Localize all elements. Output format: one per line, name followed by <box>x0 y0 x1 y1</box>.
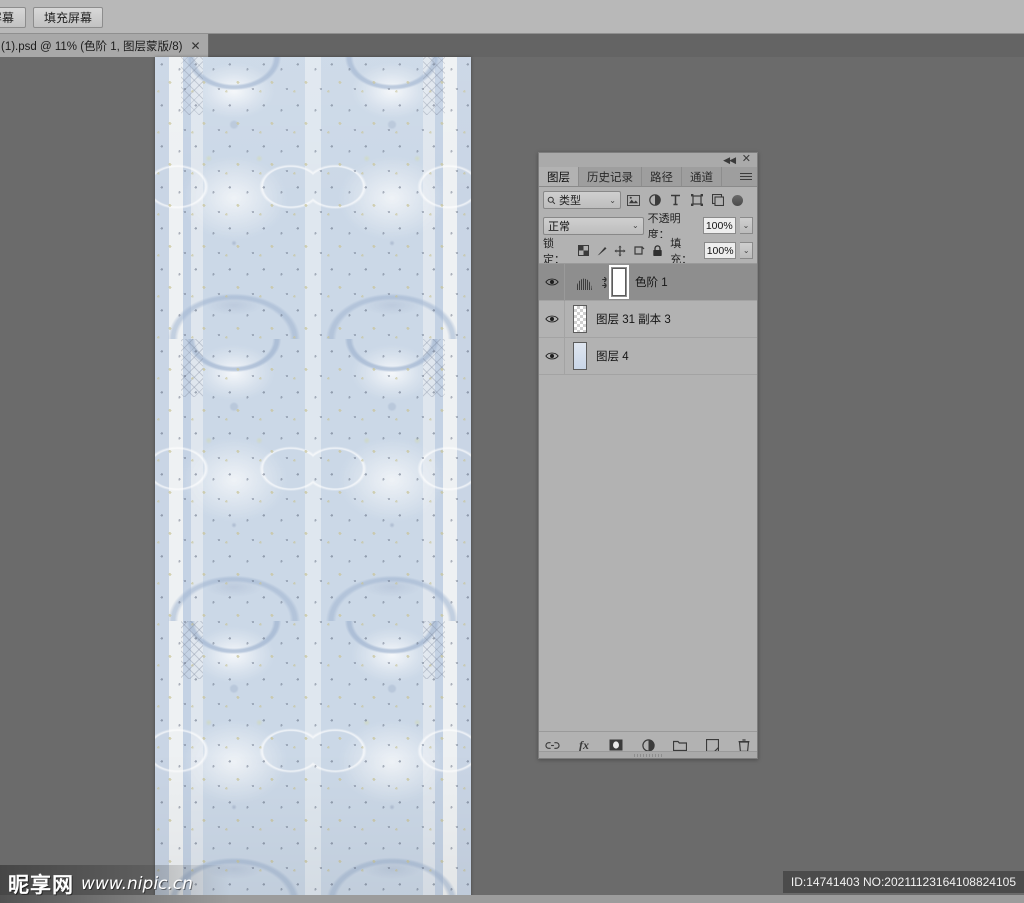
eye-icon <box>544 352 559 360</box>
collapse-icon[interactable]: ◀◀ <box>723 154 736 166</box>
document-tab-title: (1).psd @ 11% (色阶 1, 图层蒙版/8) <box>1 40 183 53</box>
link-icon[interactable] <box>599 276 608 289</box>
layer-thumbnails[interactable] <box>565 305 587 333</box>
filter-type-select[interactable]: 类型 ⌄ <box>543 191 621 209</box>
fill-screen-label: 填充屏幕 <box>43 11 92 25</box>
panel-resize-grip[interactable] <box>539 751 757 758</box>
layer-visibility-toggle[interactable] <box>539 337 565 375</box>
close-icon[interactable]: ✕ <box>742 153 751 165</box>
fit-screen-button[interactable]: 屏幕 <box>0 7 26 28</box>
watermark-logo: 昵享网 <box>8 873 74 897</box>
lock-row: 锁定： 填充： 100% ⌄ <box>539 238 757 266</box>
panel-tab-strip: 图层 历史记录 路径 通道 <box>539 167 757 187</box>
lock-artboard-icon[interactable] <box>632 243 646 259</box>
blend-mode-select[interactable]: 正常 ⌄ <box>543 216 644 235</box>
fit-screen-label: 屏幕 <box>0 11 14 25</box>
layer-thumbnails[interactable] <box>565 265 629 299</box>
adjustment-filter-icon[interactable] <box>646 191 663 209</box>
shape-filter-icon[interactable] <box>688 191 705 209</box>
filter-toggle[interactable] <box>732 194 743 206</box>
panel-menu-icon[interactable] <box>740 171 752 183</box>
image-filter-icon[interactable] <box>625 191 642 209</box>
layer-mask-thumbnail[interactable] <box>609 265 629 299</box>
layer-thumbnails[interactable] <box>565 342 587 370</box>
tab-layers[interactable]: 图层 <box>539 167 579 186</box>
lock-label: 锁定： <box>543 237 565 266</box>
document-tab[interactable]: (1).psd @ 11% (色阶 1, 图层蒙版/8) ✕ <box>0 34 209 57</box>
layer-thumbnail[interactable] <box>573 342 587 370</box>
document-canvas[interactable] <box>155 57 471 903</box>
document-tab-bar: (1).psd @ 11% (色阶 1, 图层蒙版/8) ✕ <box>0 34 1024 57</box>
tab-channels-label: 通道 <box>690 171 713 184</box>
smart-object-filter-icon[interactable] <box>709 191 726 209</box>
layer-list[interactable]: 色阶 1 图层 31 副本 3 图层 4 <box>539 263 757 731</box>
eye-icon <box>544 315 559 323</box>
layer-row-copy3[interactable]: 图层 31 副本 3 <box>539 300 757 338</box>
blend-mode-value: 正常 <box>548 220 570 233</box>
layer-visibility-toggle[interactable] <box>539 300 565 338</box>
panel-titlebar[interactable]: ◀◀ ✕ <box>539 153 757 167</box>
fill-value: 100% <box>706 244 734 257</box>
artwork-damask-pattern <box>155 57 471 903</box>
layer-visibility-toggle[interactable] <box>539 264 565 301</box>
layer-thumbnail[interactable] <box>573 305 587 333</box>
lock-transparent-icon[interactable] <box>577 243 591 259</box>
opacity-chevron-down-icon[interactable]: ⌄ <box>739 217 754 234</box>
fill-label: 填充： <box>670 237 693 266</box>
opacity-value: 100% <box>705 219 733 232</box>
lock-position-icon[interactable] <box>613 243 627 259</box>
chevron-down-icon[interactable]: ⌄ <box>632 221 639 230</box>
artwork-shading <box>155 57 471 903</box>
layer-row-levels[interactable]: 色阶 1 <box>539 264 757 301</box>
opacity-input[interactable]: 100% <box>702 217 736 234</box>
tab-paths-label: 路径 <box>650 171 673 184</box>
options-bar: 屏幕 填充屏幕 <box>0 0 1024 34</box>
fill-screen-button[interactable]: 填充屏幕 <box>33 7 103 28</box>
photoshop-window: 屏幕 填充屏幕 (1).psd @ 11% (色阶 1, 图层蒙版/8) ✕ <box>0 0 1024 903</box>
filter-type-value: 类型 <box>559 195 581 207</box>
id-badge-text: ID:14741403 NO:20211123164108824105 <box>790 875 1016 889</box>
tab-history-label: 历史记录 <box>587 171 633 184</box>
lock-image-icon[interactable] <box>595 243 609 259</box>
chevron-down-icon[interactable]: ⌄ <box>609 196 616 205</box>
watermark-url: www.nipic.cn <box>81 874 193 894</box>
search-icon <box>547 196 556 204</box>
watermark: 昵享网 www.nipic.cn <box>0 865 230 903</box>
layer-name[interactable]: 图层 4 <box>596 348 629 364</box>
tab-channels[interactable]: 通道 <box>682 167 722 186</box>
workspace <box>0 57 1024 903</box>
eye-icon <box>544 278 559 286</box>
tab-layers-label: 图层 <box>547 171 570 184</box>
close-icon[interactable]: ✕ <box>190 40 200 52</box>
layer-row-layer4[interactable]: 图层 4 <box>539 337 757 375</box>
fill-chevron-down-icon[interactable]: ⌄ <box>740 242 754 259</box>
text-filter-icon[interactable] <box>667 191 684 209</box>
fill-input[interactable]: 100% <box>703 242 737 259</box>
layer-name[interactable]: 图层 31 副本 3 <box>596 311 671 327</box>
levels-histogram-thumbnail[interactable] <box>573 274 595 290</box>
tab-history[interactable]: 历史记录 <box>579 167 642 186</box>
layer-name[interactable]: 色阶 1 <box>635 274 668 290</box>
tab-paths[interactable]: 路径 <box>642 167 682 186</box>
layers-panel[interactable]: ◀◀ ✕ 图层 历史记录 路径 通道 类型 ⌄ 正常 ⌄ 不透明度： 100% … <box>538 152 758 759</box>
lock-all-icon[interactable] <box>650 243 664 259</box>
blend-mode-row: 正常 ⌄ 不透明度： 100% ⌄ <box>539 213 757 241</box>
id-badge: ID:14741403 NO:20211123164108824105 <box>782 871 1024 893</box>
